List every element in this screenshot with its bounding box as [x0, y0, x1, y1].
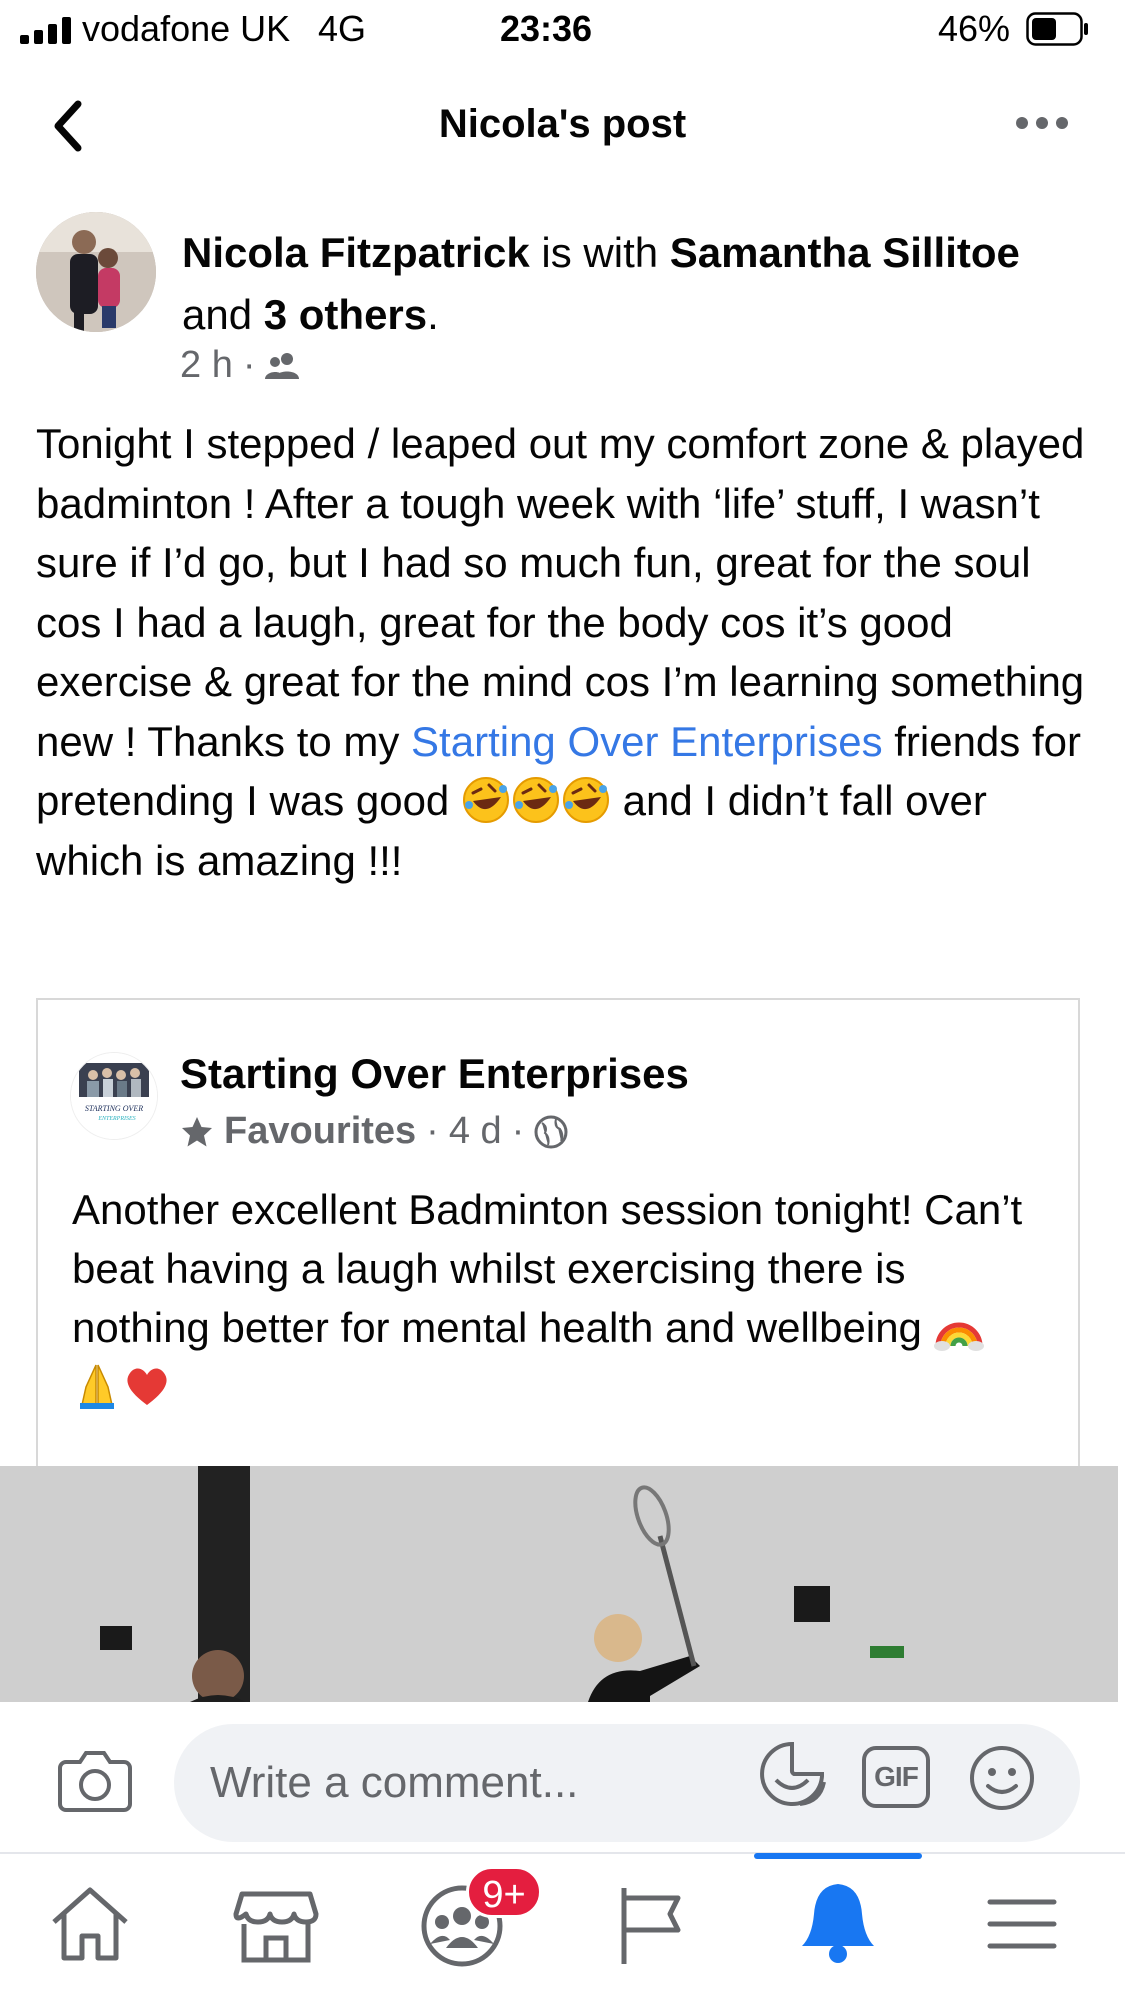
favourites-label: Favourites — [224, 1110, 417, 1152]
pages-icon[interactable] — [600, 1874, 700, 1974]
post-text: Tonight I stepped / leaped out my comfor… — [36, 414, 1096, 890]
more-dots-icon[interactable] — [1016, 116, 1068, 130]
and-text: and — [182, 291, 264, 338]
shared-page-name[interactable]: Starting Over Enterprises — [180, 1050, 689, 1098]
rolling-laughing-emoji — [512, 777, 559, 823]
battery-icon — [1026, 12, 1088, 46]
comment-bar: Write a comment... GIF — [0, 1702, 1125, 1852]
svg-text:STARTING OVER: STARTING OVER — [85, 1104, 143, 1113]
camera-icon[interactable] — [58, 1748, 132, 1812]
period: . — [427, 291, 439, 338]
shared-post-photo[interactable] — [0, 1466, 1118, 1702]
carrier-name: vodafone UK — [82, 8, 291, 49]
active-tab-indicator — [754, 1853, 922, 1859]
post-time[interactable]: 2 h — [180, 344, 233, 387]
gif-button[interactable]: GIF — [862, 1746, 930, 1808]
author-line: Nicola Fitzpatrick is with Samantha Sill… — [182, 222, 1082, 346]
page-avatar[interactable]: STARTING OVER ENTERPRISES — [70, 1052, 158, 1140]
groups-badge: 9+ — [466, 1866, 542, 1918]
with-text: is with — [529, 229, 670, 276]
comment-placeholder: Write a comment... — [210, 1758, 579, 1807]
shared-post-text: Another excellent Badminton session toni… — [72, 1180, 1032, 1416]
rolling-laughing-emoji — [462, 777, 509, 823]
friends-icon — [265, 352, 300, 379]
status-bar: vodafone UK 4G 23:36 46% — [0, 0, 1125, 62]
page-title: Nicola's post — [438, 102, 687, 146]
post-text-part1: Tonight I stepped / leaped out my comfor… — [36, 420, 1085, 765]
meta-dot: · — [511, 1110, 525, 1152]
shared-post-meta: Favourites · 4 d · — [180, 1110, 568, 1153]
mention-link[interactable]: Starting Over Enterprises — [411, 718, 883, 765]
tagged-person[interactable]: Samantha Sillitoe — [670, 229, 1020, 276]
meta-dot: · — [426, 1110, 439, 1152]
marketplace-icon[interactable] — [226, 1874, 326, 1974]
rainbow-emoji — [933, 1322, 984, 1351]
network-type: 4G — [318, 8, 367, 49]
rolling-laughing-emoji — [562, 777, 609, 823]
clock: 23:36 — [500, 8, 593, 49]
signal-icon — [20, 16, 76, 44]
post-header: Nicola's post — [0, 62, 1125, 192]
tab-bar — [0, 1852, 1125, 2003]
svg-text:ENTERPRISES: ENTERPRISES — [97, 1116, 135, 1122]
post-meta: 2 h · — [180, 344, 301, 387]
notifications-icon[interactable] — [788, 1874, 888, 1974]
home-icon[interactable] — [40, 1874, 140, 1974]
comment-input[interactable]: Write a comment... — [174, 1724, 1080, 1842]
menu-icon[interactable] — [972, 1874, 1072, 1974]
sticker-icon[interactable] — [758, 1740, 828, 1810]
shared-post-text-body: Another excellent Badminton session toni… — [72, 1186, 1023, 1351]
folded-hands-emoji — [80, 1364, 114, 1409]
globe-icon — [534, 1115, 568, 1148]
battery-percent: 46% — [938, 8, 1011, 49]
meta-dot: · — [242, 344, 256, 386]
smiley-icon[interactable] — [968, 1744, 1036, 1812]
author-name[interactable]: Nicola Fitzpatrick — [182, 229, 530, 276]
star-icon — [182, 1116, 212, 1146]
tagged-others[interactable]: 3 others — [264, 291, 427, 338]
author-avatar[interactable] — [36, 212, 156, 332]
red-heart-emoji — [127, 1368, 167, 1405]
shared-post-time[interactable]: 4 d — [449, 1110, 502, 1153]
